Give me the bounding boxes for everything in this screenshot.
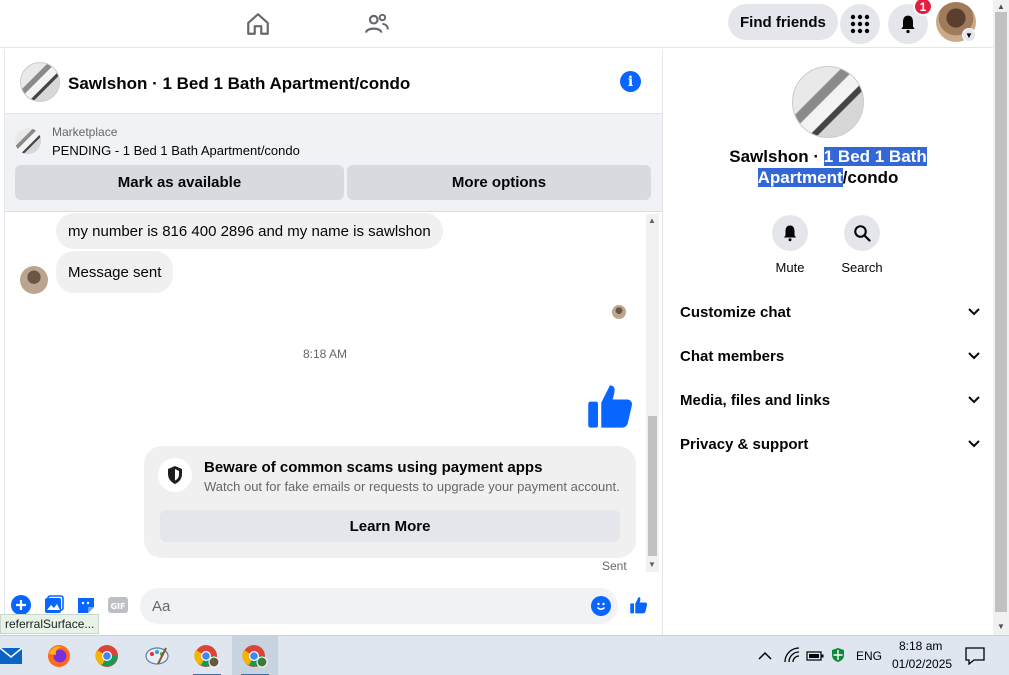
scam-warning-title: Beware of common scams using payment app… [204, 459, 543, 476]
thumbs-up-icon[interactable] [585, 380, 637, 432]
account-chevron-down-icon[interactable]: ▼ [962, 28, 976, 42]
network-icon[interactable] [784, 647, 800, 668]
photo-icon[interactable] [44, 595, 64, 615]
chrome-icon[interactable] [84, 636, 130, 675]
scam-warning-subtitle: Watch out for fake emails or requests to… [204, 479, 620, 494]
menu-grid-icon[interactable] [840, 4, 880, 44]
tray-overflow-chevron-icon[interactable] [758, 648, 772, 666]
battery-icon[interactable] [806, 649, 824, 667]
section-media-files-links[interactable]: Media, files and links [680, 380, 980, 420]
section-customize-chat[interactable]: Customize chat [680, 292, 980, 332]
search-icon[interactable] [844, 215, 880, 251]
marketplace-label: Marketplace [52, 125, 118, 139]
message-timestamp: 8:18 AM [302, 347, 348, 361]
chrome-profile-icon[interactable] [184, 636, 230, 675]
section-label: Chat members [680, 347, 785, 365]
sticker-icon[interactable] [76, 595, 96, 615]
chevron-down-icon [968, 440, 980, 448]
message-bubble[interactable]: Message sent [56, 251, 174, 293]
chevron-down-icon [968, 308, 980, 316]
plus-circle-icon[interactable] [11, 595, 31, 615]
firefox-icon[interactable] [36, 636, 82, 675]
seen-indicator-avatar [612, 305, 626, 319]
listing-thumbnail[interactable] [15, 128, 41, 154]
chat-header: Sawlshon · 1 Bed 1 Bath Apartment/condo … [5, 50, 662, 114]
conversation-avatar[interactable] [792, 66, 864, 138]
mail-app-icon[interactable] [0, 636, 34, 675]
scroll-down-arrow-icon[interactable]: ▼ [997, 622, 1005, 631]
send-like-icon[interactable] [629, 595, 649, 615]
scroll-down-arrow-icon[interactable]: ▼ [648, 560, 656, 569]
section-label: Customize chat [680, 303, 791, 321]
chevron-down-icon [968, 352, 980, 360]
page-scroll-thumb[interactable] [995, 12, 1007, 612]
section-label: Privacy & support [680, 435, 809, 453]
bell-icon[interactable] [772, 215, 808, 251]
shield-icon [158, 458, 192, 492]
chat-avatar[interactable] [20, 62, 60, 102]
sent-status-label: Sent [602, 559, 627, 573]
windows-taskbar: ENG 8:18 am 01/02/2025 [0, 635, 1009, 675]
paint-app-icon[interactable] [134, 636, 180, 675]
gif-icon[interactable]: GIF [108, 595, 128, 615]
page-scrollbar[interactable]: ▲ ▼ [993, 0, 1009, 635]
more-options-button[interactable]: More options [347, 165, 651, 200]
emoji-icon[interactable] [591, 596, 611, 616]
message-composer: GIF Aa [5, 586, 662, 630]
conversation-name-prefix: Sawlshon · [729, 147, 824, 166]
messages-scrollbar[interactable]: ▲ ▼ [646, 214, 659, 572]
link-status-tooltip: referralSurface... [0, 614, 100, 634]
section-label: Media, files and links [680, 391, 831, 409]
find-friends-button[interactable]: Find friends [728, 4, 838, 40]
top-navigation-bar: Find friends 1 ▼ [0, 0, 993, 48]
input-language-indicator[interactable]: ENG [856, 649, 882, 663]
section-privacy-support[interactable]: Privacy & support [680, 424, 980, 464]
chat-panel: Sawlshon · 1 Bed 1 Bath Apartment/condo … [4, 50, 663, 635]
message-input[interactable]: Aa [140, 588, 618, 624]
conversation-details-panel: Sawlshon · 1 Bed 1 Bath Apartment/condo … [664, 50, 993, 635]
info-icon[interactable]: i [620, 71, 641, 92]
message-bubble[interactable]: my number is 816 400 2896 and my name is… [56, 213, 443, 249]
listing-status[interactable]: PENDING - 1 Bed 1 Bath Apartment/condo [52, 143, 300, 158]
security-shield-icon[interactable] [830, 647, 846, 668]
conversation-name-suffix: /condo [842, 168, 899, 187]
mute-label: Mute [775, 260, 805, 275]
home-icon[interactable] [242, 8, 274, 40]
notification-count-badge: 1 [913, 0, 933, 16]
learn-more-button[interactable]: Learn More [160, 510, 620, 542]
conversation-name: Sawlshon · 1 Bed 1 Bath Apartment/condo [704, 146, 952, 188]
search-action[interactable]: Search [827, 215, 897, 275]
clock-time[interactable]: 8:18 am [899, 639, 942, 653]
scam-warning-card: Beware of common scams using payment app… [144, 446, 636, 558]
sender-avatar[interactable] [20, 266, 48, 294]
scroll-up-arrow-icon[interactable]: ▲ [997, 2, 1005, 11]
search-label: Search [841, 260, 883, 275]
messages-scroll-thumb[interactable] [648, 416, 657, 556]
clock-date[interactable]: 01/02/2025 [892, 657, 952, 671]
friends-icon[interactable] [361, 8, 393, 40]
action-center-icon[interactable] [965, 647, 985, 670]
chat-title[interactable]: Sawlshon · 1 Bed 1 Bath Apartment/condo [68, 74, 410, 94]
chevron-down-icon [968, 396, 980, 404]
mark-as-available-button[interactable]: Mark as available [15, 165, 344, 200]
chrome-profile-active-icon[interactable] [232, 636, 278, 675]
section-chat-members[interactable]: Chat members [680, 336, 980, 376]
scroll-up-arrow-icon[interactable]: ▲ [648, 216, 656, 225]
marketplace-banner: Marketplace PENDING - 1 Bed 1 Bath Apart… [5, 114, 662, 212]
svg-text:GIF: GIF [110, 602, 125, 611]
mute-action[interactable]: Mute [755, 215, 825, 275]
